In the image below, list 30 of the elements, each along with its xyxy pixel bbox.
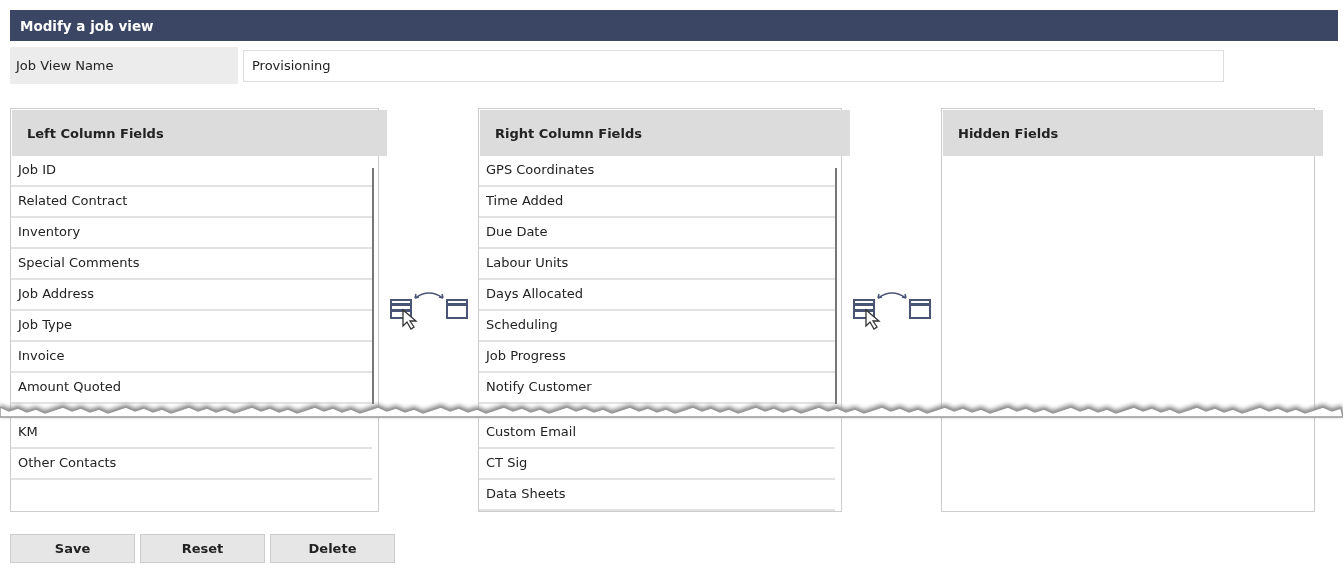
field-item[interactable]: Scheduling: [479, 311, 835, 342]
field-item[interactable]: Days Allocated: [479, 280, 835, 311]
scrollbar[interactable]: [835, 168, 837, 404]
field-item[interactable]: Data Sheets: [479, 480, 835, 511]
field-item[interactable]: Job Type: [11, 311, 372, 342]
page-title: Modify a job view: [20, 17, 154, 34]
panel-header: Left Column Fields: [12, 110, 387, 156]
field-item[interactable]: Job Address: [11, 280, 372, 311]
field-item[interactable]: Inventory: [11, 218, 372, 249]
action-button[interactable]: Reset: [140, 534, 265, 563]
input-field[interactable]: Provisioning: [243, 49, 1224, 82]
field-item[interactable]: Related Contract: [11, 187, 372, 218]
field-item[interactable]: Notify Customer: [479, 373, 835, 404]
field-item[interactable]: Invoice: [11, 342, 372, 373]
scrollbar[interactable]: [372, 168, 374, 404]
field-item[interactable]: Labour Units: [479, 249, 835, 280]
field-item[interactable]: Due Date: [479, 218, 835, 249]
field-item[interactable]: Job Progress: [479, 342, 835, 373]
field-item[interactable]: Job ID: [11, 156, 372, 187]
panel-header: Hidden Fields: [943, 110, 1323, 156]
field-item[interactable]: Time Added: [479, 187, 835, 218]
action-button[interactable]: Delete: [270, 534, 395, 563]
panel-header: Right Column Fields: [480, 110, 850, 156]
field-item[interactable]: CT Sig: [479, 449, 835, 480]
field-item[interactable]: GPS Coordinates: [479, 156, 835, 187]
field-item[interactable]: Other Contacts: [11, 449, 372, 480]
field-item[interactable]: Special Comments: [11, 249, 372, 280]
action-button[interactable]: Save: [10, 534, 135, 563]
field-item[interactable]: Amount Quoted: [11, 373, 372, 404]
field-label: Job View Name: [10, 47, 238, 84]
